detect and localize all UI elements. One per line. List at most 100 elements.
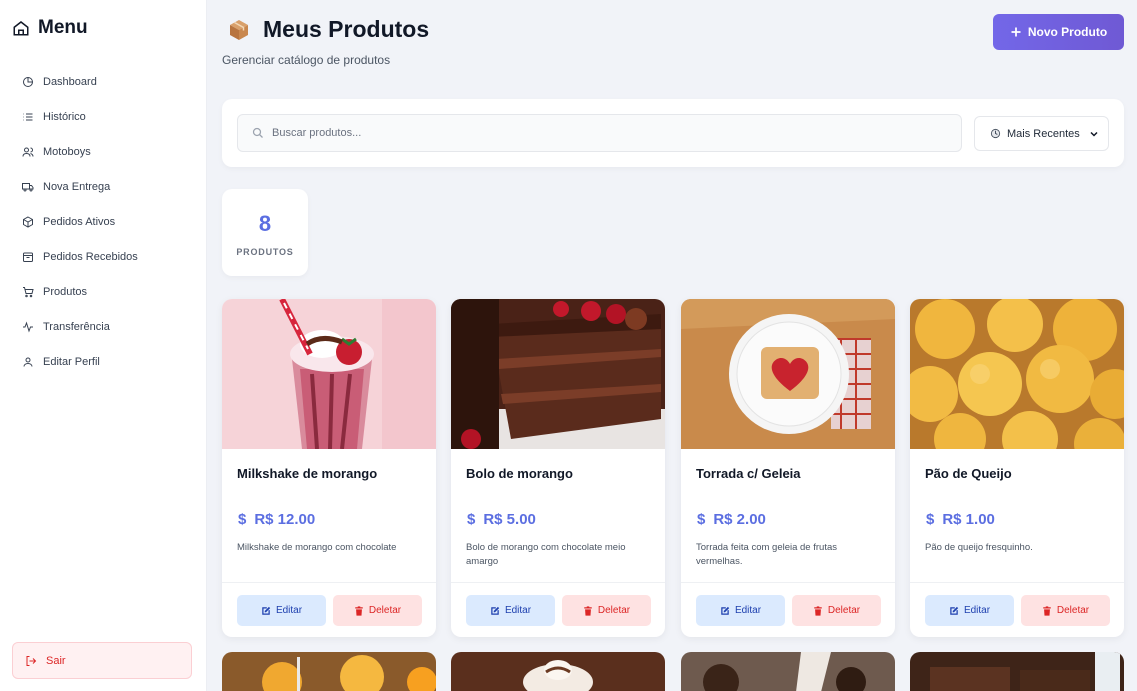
product-price: $ R$ 12.00 bbox=[238, 511, 315, 528]
chevron-down-icon bbox=[1090, 131, 1098, 137]
sidebar-item-motoboys[interactable]: Motoboys bbox=[22, 134, 202, 169]
product-name: Torrada c/ Geleia bbox=[696, 466, 801, 481]
clock-icon bbox=[990, 128, 1001, 139]
sort-select[interactable]: Mais Recentes bbox=[974, 116, 1109, 151]
list-icon bbox=[23, 113, 33, 120]
truck-icon bbox=[22, 182, 34, 191]
dollar-icon: $ bbox=[697, 511, 706, 528]
sidebar-item-label: Transferência bbox=[43, 320, 110, 333]
archive-icon bbox=[23, 252, 33, 262]
sidebar-item-transferencia[interactable]: Transferência bbox=[22, 309, 202, 344]
pie-chart-icon bbox=[23, 76, 34, 87]
product-card-partial bbox=[681, 652, 895, 691]
sidebar-item-label: Editar Perfil bbox=[43, 355, 100, 368]
page-subtitle: Gerenciar catálogo de produtos bbox=[222, 53, 391, 67]
edit-button[interactable]: Editar bbox=[466, 595, 555, 626]
search-box[interactable] bbox=[237, 114, 962, 152]
product-description: Pão de queijo fresquinho. bbox=[925, 542, 1033, 553]
sidebar-item-nova-entrega[interactable]: Nova Entrega bbox=[22, 169, 202, 204]
product-card: Torrada c/ Geleia $ R$ 2.00 Torrada feit… bbox=[681, 299, 895, 637]
activity-icon bbox=[23, 320, 33, 333]
product-price-value: R$ 5.00 bbox=[483, 511, 536, 528]
edit-button[interactable]: Editar bbox=[237, 595, 326, 626]
edit-label: Editar bbox=[504, 605, 532, 616]
product-price-value: R$ 12.00 bbox=[254, 511, 316, 528]
sidebar-nav: Dashboard Histórico Motoboys Nova Entreg… bbox=[22, 64, 202, 379]
sidebar-item-pedidos-recebidos[interactable]: Pedidos Recebidos bbox=[22, 239, 202, 274]
sidebar-item-label: Dashboard bbox=[43, 75, 97, 88]
plus-icon bbox=[1011, 27, 1021, 37]
trash-icon bbox=[584, 605, 592, 616]
product-name: Bolo de morango bbox=[466, 466, 573, 481]
product-count-card: 8 PRODUTOS bbox=[222, 189, 308, 276]
delete-button[interactable]: Deletar bbox=[1021, 595, 1110, 626]
sidebar-item-label: Pedidos Ativos bbox=[43, 215, 116, 228]
card-divider bbox=[681, 582, 895, 583]
search-icon bbox=[252, 127, 263, 138]
home-icon bbox=[13, 21, 29, 36]
dollar-icon: $ bbox=[238, 511, 247, 528]
delete-button[interactable]: Deletar bbox=[333, 595, 422, 626]
edit-icon bbox=[491, 606, 500, 615]
product-image bbox=[222, 652, 436, 691]
delete-button[interactable]: Deletar bbox=[792, 595, 881, 626]
edit-label: Editar bbox=[963, 605, 991, 616]
delete-label: Deletar bbox=[827, 605, 861, 616]
logout-button[interactable]: Sair bbox=[12, 642, 192, 679]
delete-label: Deletar bbox=[1056, 605, 1090, 616]
product-price: $ R$ 2.00 bbox=[697, 511, 766, 528]
product-card-partial bbox=[910, 652, 1124, 691]
sidebar-item-editar-perfil[interactable]: Editar Perfil bbox=[22, 344, 202, 379]
dollar-icon: $ bbox=[467, 511, 476, 528]
edit-icon bbox=[721, 606, 730, 615]
card-divider bbox=[222, 582, 436, 583]
dollar-icon: $ bbox=[926, 511, 935, 528]
product-image bbox=[451, 652, 665, 691]
product-price: $ R$ 5.00 bbox=[467, 511, 536, 528]
product-count-label: PRODUTOS bbox=[236, 247, 294, 257]
product-description: Torrada feita com geleia de frutas verme… bbox=[696, 542, 837, 567]
trash-icon bbox=[1043, 605, 1051, 616]
product-card-partial bbox=[222, 652, 436, 691]
product-price-value: R$ 1.00 bbox=[942, 511, 995, 528]
product-name: Milkshake de morango bbox=[237, 466, 378, 481]
sidebar-item-label: Nova Entrega bbox=[43, 180, 111, 193]
sidebar-item-pedidos-ativos[interactable]: Pedidos Ativos bbox=[22, 204, 202, 239]
page-title: Meus Produtos bbox=[227, 16, 429, 43]
product-card-partial bbox=[451, 652, 665, 691]
sidebar: Menu Dashboard Histórico Motoboys Nova E… bbox=[0, 0, 207, 691]
product-image bbox=[451, 299, 665, 449]
sidebar-item-label: Produtos bbox=[43, 285, 88, 298]
user-icon bbox=[23, 357, 33, 367]
product-image bbox=[222, 299, 436, 449]
sidebar-item-dashboard[interactable]: Dashboard bbox=[22, 64, 202, 99]
edit-label: Editar bbox=[734, 605, 762, 616]
sidebar-item-label: Histórico bbox=[43, 110, 86, 123]
product-name: Pão de Queijo bbox=[925, 466, 1012, 481]
sidebar-item-historico[interactable]: Histórico bbox=[22, 99, 202, 134]
trash-icon bbox=[355, 605, 363, 616]
product-description: Bolo de morango com chocolate meio amarg… bbox=[466, 542, 626, 567]
edit-icon bbox=[950, 606, 959, 615]
delete-button[interactable]: Deletar bbox=[562, 595, 651, 626]
sidebar-item-produtos[interactable]: Produtos bbox=[22, 274, 202, 309]
sidebar-item-label: Motoboys bbox=[43, 145, 91, 158]
product-price-value: R$ 2.00 bbox=[713, 511, 766, 528]
edit-button[interactable]: Editar bbox=[696, 595, 785, 626]
logout-icon bbox=[26, 655, 37, 666]
product-price: $ R$ 1.00 bbox=[926, 511, 995, 528]
product-card: Bolo de morango $ R$ 5.00 Bolo de morang… bbox=[451, 299, 665, 637]
product-image bbox=[910, 652, 1124, 691]
edit-button[interactable]: Editar bbox=[925, 595, 1014, 626]
sidebar-item-label: Pedidos Recebidos bbox=[43, 250, 138, 263]
menu-title: Menu bbox=[38, 17, 88, 38]
search-input[interactable] bbox=[272, 127, 952, 139]
filter-bar: Mais Recentes bbox=[222, 99, 1124, 167]
delete-label: Deletar bbox=[597, 605, 631, 616]
product-image bbox=[681, 299, 895, 449]
cart-icon bbox=[23, 286, 34, 297]
delete-label: Deletar bbox=[368, 605, 402, 616]
new-product-button[interactable]: Novo Produto bbox=[993, 14, 1124, 50]
product-image bbox=[681, 652, 895, 691]
card-divider bbox=[451, 582, 665, 583]
